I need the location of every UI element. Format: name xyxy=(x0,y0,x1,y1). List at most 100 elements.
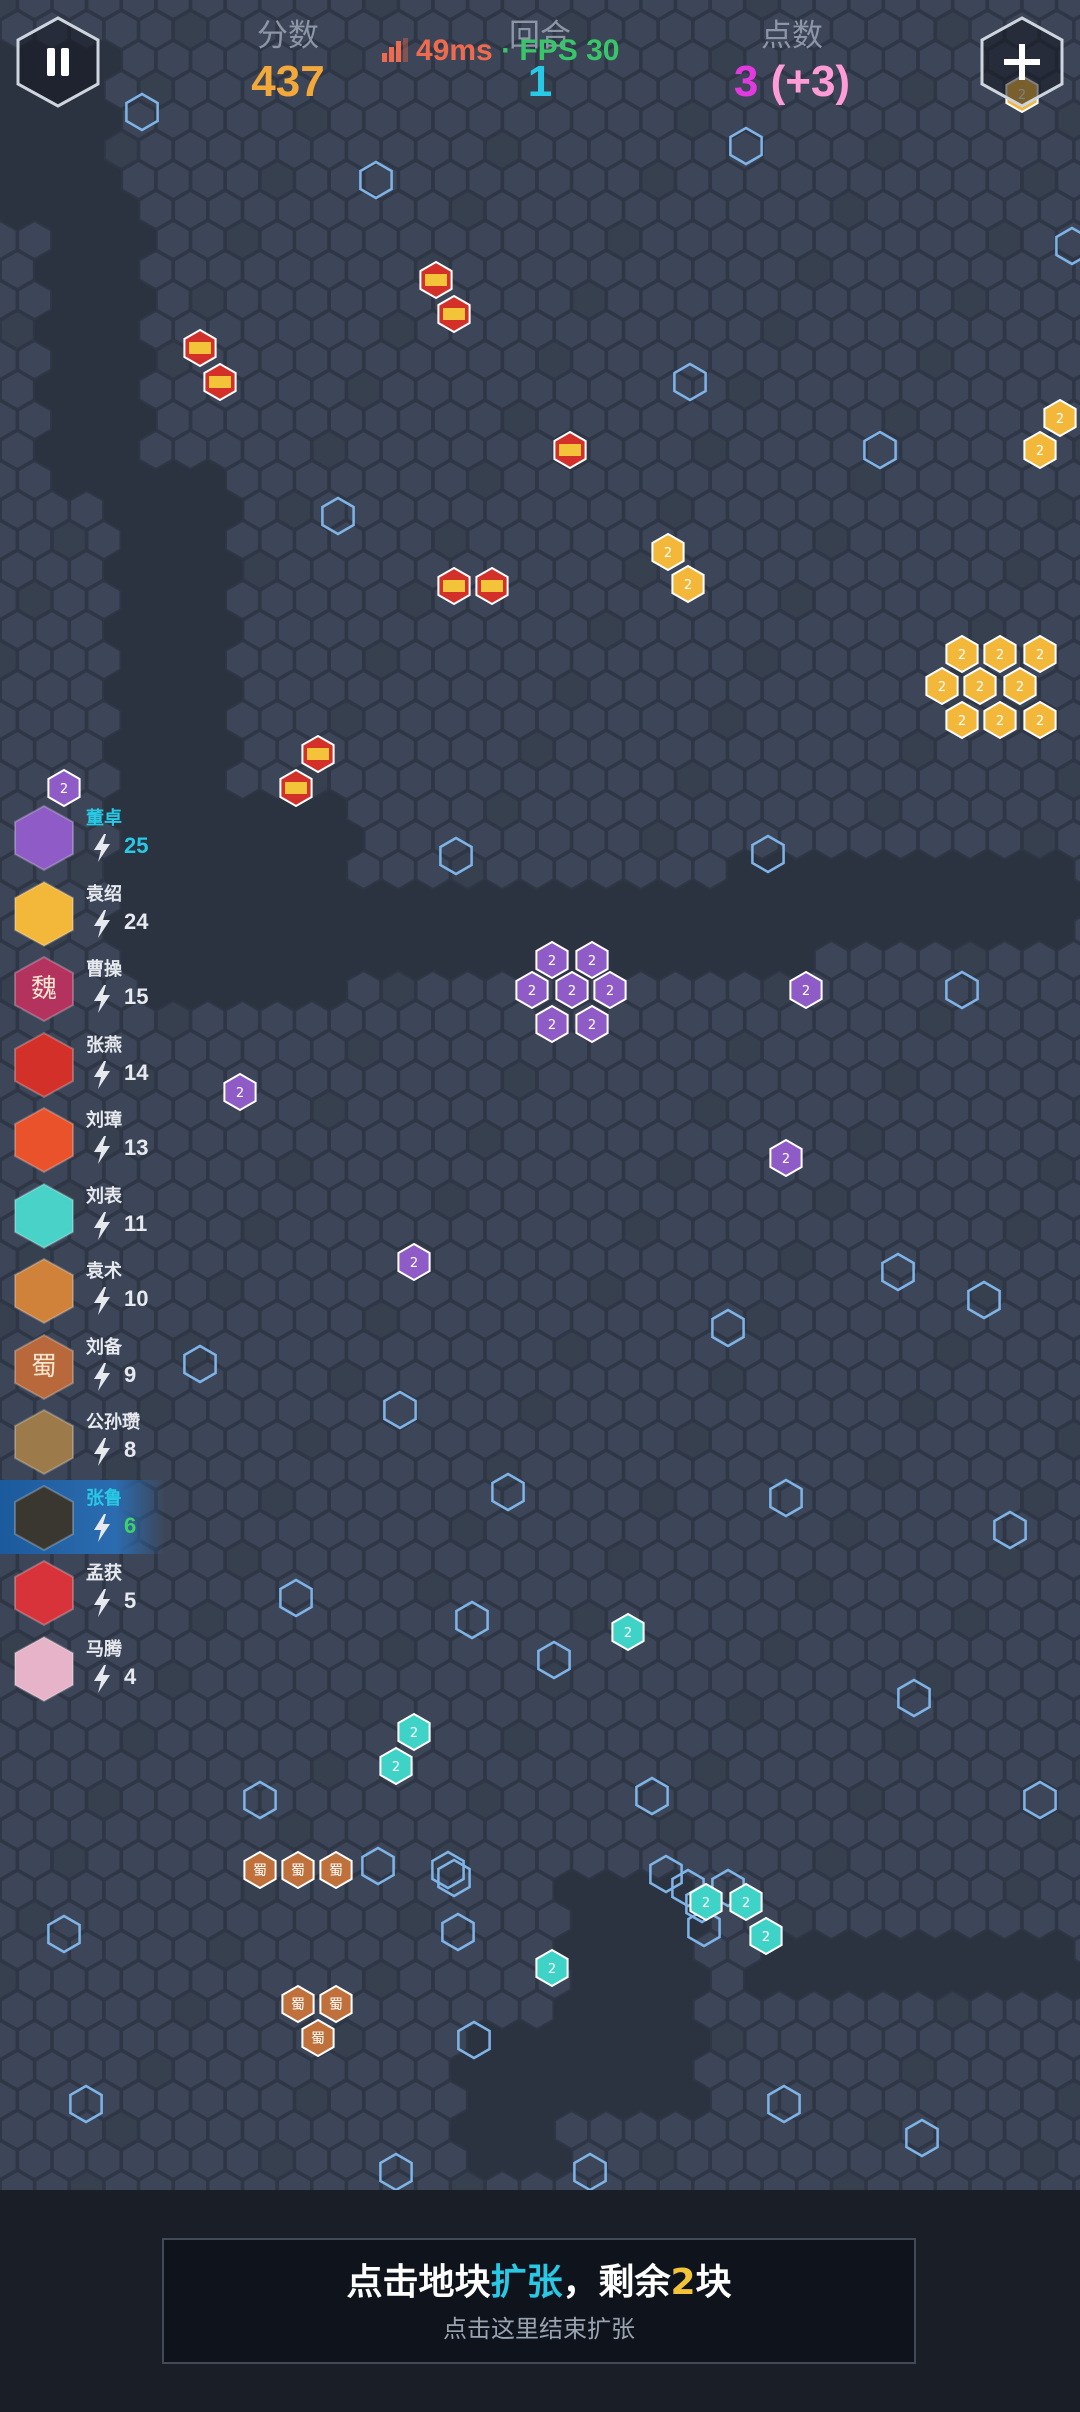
tile-label: 2 xyxy=(548,1018,556,1033)
player-row[interactable]: 张鲁 6 xyxy=(0,1479,165,1554)
hex-tile[interactable] xyxy=(692,849,728,891)
hex-tile[interactable] xyxy=(779,1899,815,1941)
hex-tile[interactable] xyxy=(519,2169,555,2190)
player-tile-count: 10 xyxy=(124,1286,149,1311)
pause-button[interactable] xyxy=(14,16,102,108)
player-name: 刘璋 xyxy=(86,1110,122,1131)
player-row[interactable]: 张燕 14 xyxy=(0,1027,170,1101)
points-label: 点数 xyxy=(761,18,823,54)
hex-tile[interactable] xyxy=(917,1899,953,1941)
tile-label: 2 xyxy=(664,546,672,561)
player-tile-count: 14 xyxy=(124,1059,149,1085)
player-name: 孟获 xyxy=(86,1563,122,1584)
wei-emblem-icon: 魏 xyxy=(14,955,74,1023)
horse-emblem-icon xyxy=(14,1635,74,1702)
ping-value: 49ms xyxy=(416,34,493,67)
player-row[interactable]: 马腾 4 xyxy=(0,1631,170,1705)
player-row[interactable]: 袁绍 24 xyxy=(0,876,170,950)
player-name: 张燕 xyxy=(86,1034,122,1056)
hex-tile[interactable] xyxy=(173,429,208,471)
hex-tile[interactable] xyxy=(848,1899,884,1941)
hex-tile[interactable] xyxy=(623,849,659,891)
add-button[interactable] xyxy=(978,16,1066,108)
player-row[interactable]: 蜀 刘备 9 xyxy=(0,1329,170,1403)
hex-tile[interactable] xyxy=(571,1839,607,1881)
hex-tile[interactable] xyxy=(484,849,520,891)
score-label: 分数 xyxy=(257,18,319,54)
hex-tile[interactable] xyxy=(225,759,260,801)
hex-tile[interactable] xyxy=(952,1899,988,1941)
hex-tile[interactable] xyxy=(415,849,451,891)
hex-tile[interactable] xyxy=(813,819,849,861)
player-name: 袁绍 xyxy=(86,883,122,905)
player-name: 刘备 xyxy=(86,1336,122,1358)
player-name: 刘表 xyxy=(86,1185,122,1207)
hex-tile[interactable] xyxy=(554,849,589,891)
score-stat: 分数 437 xyxy=(228,18,348,110)
purple-hex-icon xyxy=(14,804,74,872)
hex-tile[interactable] xyxy=(606,1839,641,1881)
svg-text:魏: 魏 xyxy=(31,974,57,1004)
lightning-icon xyxy=(94,1287,110,1315)
player-tile-count: 6 xyxy=(124,1512,137,1538)
points-bonus: (+3) xyxy=(770,57,851,106)
hex-tile[interactable] xyxy=(1021,819,1057,861)
hex-tile[interactable] xyxy=(952,819,988,861)
tile-label: 2 xyxy=(392,1760,400,1775)
hex-tile[interactable] xyxy=(1021,1899,1057,1941)
hex-tile[interactable] xyxy=(519,849,555,891)
player-tile-count: 15 xyxy=(124,984,149,1009)
tile-label: 2 xyxy=(996,648,1004,663)
hex-tile[interactable] xyxy=(484,1989,520,2031)
remaining-count: 2 xyxy=(670,2262,696,2303)
player-row[interactable]: 孟获 5 xyxy=(0,1555,170,1629)
player-tile-count: 4 xyxy=(124,1663,137,1689)
hex-tile[interactable] xyxy=(138,429,174,471)
player-row[interactable]: 刘表 11 xyxy=(0,1178,170,1252)
hex-tile[interactable] xyxy=(813,1899,849,1941)
hex-tile[interactable] xyxy=(848,819,884,861)
hex-tile[interactable] xyxy=(484,2169,520,2190)
player-row[interactable]: 公孙瓒 8 xyxy=(0,1404,170,1478)
expand-banner[interactable]: 点击地块扩张，剩余2块 点击这里结束扩张 xyxy=(162,2238,916,2364)
hex-tile[interactable] xyxy=(588,849,624,891)
hex-tile[interactable] xyxy=(987,1899,1022,1941)
hex-tile[interactable] xyxy=(987,819,1022,861)
player-row[interactable]: 董卓 25 xyxy=(0,800,170,874)
tile-label: 2 xyxy=(742,1896,750,1911)
top-hud: 分数 437 回合 1 点数 3 (+3) 49ms · FPS 30 xyxy=(0,0,1080,120)
hex-tile[interactable] xyxy=(883,819,919,861)
hex-tile[interactable] xyxy=(346,849,382,891)
tile-label: 2 xyxy=(802,984,810,999)
svg-text:蜀: 蜀 xyxy=(31,1352,57,1382)
hex-tile[interactable] xyxy=(917,819,953,861)
tile-label: 2 xyxy=(60,782,68,797)
tile-label: 2 xyxy=(958,714,966,729)
points-value-row: 3 (+3) xyxy=(712,54,872,110)
tile-label: 2 xyxy=(236,1086,244,1101)
points-stat: 点数 3 (+3) xyxy=(712,18,872,110)
player-row[interactable]: 刘璋 13 xyxy=(0,1102,170,1176)
player-row[interactable]: 袁术 10 xyxy=(0,1253,170,1327)
player-name: 董卓 xyxy=(86,808,122,829)
player-name: 袁术 xyxy=(86,1261,122,1282)
tile-label: 2 xyxy=(996,714,1004,729)
flag-icon xyxy=(285,782,307,794)
tile-label: 2 xyxy=(1036,444,1044,459)
hex-tile[interactable] xyxy=(883,1899,919,1941)
lightning-icon xyxy=(94,1513,110,1542)
hex-tile[interactable] xyxy=(519,1989,555,2031)
player-tile-count: 9 xyxy=(124,1361,137,1387)
lightning-icon xyxy=(94,1362,110,1391)
hex-tile[interactable] xyxy=(380,849,416,891)
player-name: 曹操 xyxy=(86,959,122,980)
hex-tile[interactable] xyxy=(450,849,486,891)
player-tile-count: 8 xyxy=(124,1437,137,1462)
dark-emblem-icon xyxy=(14,1484,74,1551)
player-name: 公孙瓒 xyxy=(86,1412,140,1433)
score-value: 437 xyxy=(251,57,325,106)
player-row[interactable]: 魏 曹操 15 xyxy=(0,951,170,1025)
hex-tile[interactable] xyxy=(658,849,693,891)
hex-tile[interactable] xyxy=(779,819,815,861)
gold-hex-icon xyxy=(14,880,74,947)
